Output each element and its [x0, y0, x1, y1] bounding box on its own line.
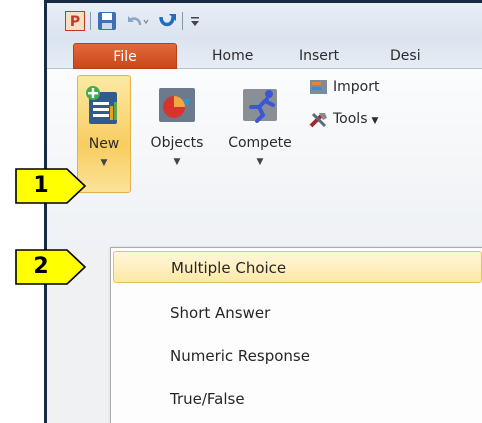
qat-separator	[90, 12, 91, 30]
step-callout-2: 2	[15, 249, 87, 285]
tools-button[interactable]: Tools ▼	[309, 107, 378, 131]
import-icon	[310, 80, 327, 94]
ribbon-panel: New ▼ Objects ▼ Compete ▼ Import Tools ▼	[47, 69, 482, 249]
tab-home[interactable]: Home	[212, 43, 253, 69]
step-number: 1	[33, 173, 49, 198]
objects-label: Objects	[150, 135, 204, 151]
chevron-down-icon: ▼	[256, 157, 264, 167]
customize-qat-icon[interactable]	[188, 11, 202, 31]
menu-item-true-false[interactable]: True/False	[113, 383, 482, 415]
step-callout-1: 1	[15, 168, 87, 204]
new-question-icon	[84, 86, 124, 132]
quick-access-toolbar: P	[47, 3, 482, 39]
ribbon-tabs: File Home Insert Desi	[47, 39, 482, 69]
new-dropdown-menu: Multiple Choice Short Answer Numeric Res…	[110, 247, 482, 423]
compete-button[interactable]: Compete ▼	[219, 75, 301, 193]
compete-label: Compete	[228, 135, 292, 151]
import-button[interactable]: Import	[309, 75, 379, 99]
chevron-down-icon: ▼	[173, 157, 181, 167]
tools-icon	[309, 112, 327, 128]
undo-icon[interactable]	[125, 11, 149, 31]
menu-item-numeric-response[interactable]: Numeric Response	[113, 340, 482, 372]
objects-icon	[157, 85, 197, 129]
app-logo-icon: P	[65, 11, 85, 31]
tab-design[interactable]: Desi	[390, 43, 421, 69]
step-number: 2	[33, 254, 49, 279]
redo-icon[interactable]	[157, 11, 177, 31]
tab-file[interactable]: File	[73, 43, 177, 69]
save-icon[interactable]	[97, 11, 117, 31]
compete-runner-icon	[239, 85, 281, 129]
tab-insert[interactable]: Insert	[299, 43, 339, 69]
qat-separator	[182, 12, 183, 30]
import-label: Import	[333, 79, 380, 95]
chevron-down-icon: ▼	[100, 158, 108, 168]
chevron-down-icon: ▼	[371, 116, 379, 126]
menu-item-short-answer[interactable]: Short Answer	[113, 297, 482, 329]
svg-text:P: P	[70, 14, 80, 30]
tools-label: Tools	[333, 111, 368, 127]
new-label: New	[88, 136, 120, 152]
app-window: P File Home Insert Desi New ▼ Objects ▼ …	[44, 0, 482, 423]
objects-button[interactable]: Objects ▼	[141, 75, 213, 193]
menu-item-multiple-choice[interactable]: Multiple Choice	[113, 251, 482, 283]
